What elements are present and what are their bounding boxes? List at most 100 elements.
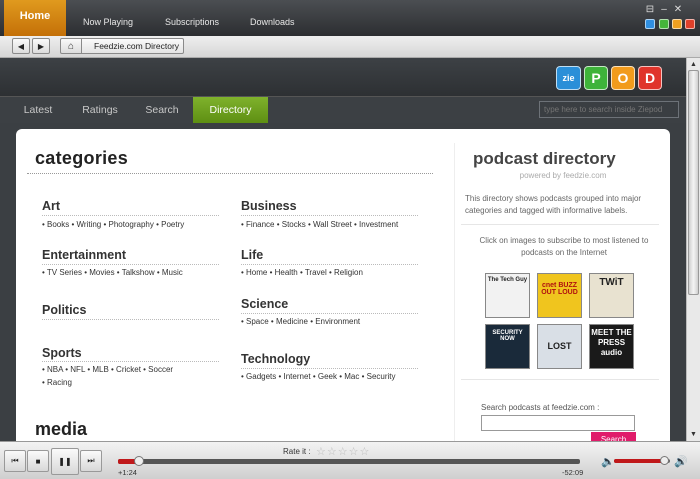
tab-ratings[interactable]: Ratings — [72, 97, 128, 123]
top-nav-bar: Home Now Playing Subscriptions Downloads… — [0, 0, 700, 36]
category-science[interactable]: Science — [241, 297, 288, 311]
green-skin-icon[interactable] — [659, 19, 669, 29]
tabs-row: Latest Ratings Search Directory — [0, 96, 686, 123]
category-divider — [42, 215, 219, 216]
previous-button[interactable]: ⏮ — [4, 450, 26, 472]
category-divider — [241, 215, 418, 216]
panel-divider — [461, 224, 659, 225]
category-art-tags[interactable]: • Books • Writing • Photography • Poetry — [42, 218, 184, 231]
category-entertainment[interactable]: Entertainment — [42, 248, 126, 262]
progress-handle[interactable] — [134, 456, 144, 466]
category-divider — [42, 361, 219, 362]
category-divider — [42, 264, 219, 265]
podcast-thumb-label: The Tech Guy — [487, 277, 528, 283]
logo-o: O — [611, 66, 635, 90]
categories-divider — [27, 173, 433, 174]
category-art[interactable]: Art — [42, 199, 60, 213]
back-arrow-icon: ◀ — [17, 41, 25, 51]
volume-fill — [614, 459, 665, 463]
category-sports-tags[interactable]: • NBA • NFL • MLB • Cricket • Soccer — [42, 363, 173, 376]
volume-low-icon[interactable]: 🔈 — [601, 455, 615, 468]
home-tab[interactable]: Home — [4, 0, 66, 36]
volume-handle[interactable] — [660, 456, 670, 465]
scroll-down-icon[interactable]: ▼ — [687, 428, 700, 440]
categories-heading: categories — [35, 148, 129, 168]
category-divider — [241, 264, 418, 265]
category-life[interactable]: Life — [241, 248, 263, 262]
directory-description: This directory shows podcasts grouped in… — [465, 194, 642, 215]
pause-button[interactable]: ❚❚ — [51, 448, 79, 475]
podcast-thumb-buzz-out-loud[interactable]: cnet BUZZ OUT LOUD — [537, 273, 582, 318]
podcast-thumb-label: cnet BUZZ OUT LOUD — [541, 282, 578, 296]
breadcrumb[interactable]: Feedzie.com Directory — [82, 38, 184, 54]
category-technology[interactable]: Technology — [241, 352, 310, 366]
rating-stars[interactable]: ☆☆☆☆☆ — [316, 445, 370, 458]
panel-divider — [461, 379, 659, 380]
downloads-link[interactable]: Downloads — [250, 17, 295, 27]
category-divider — [42, 319, 219, 320]
orange-skin-icon[interactable] — [672, 19, 682, 29]
podcast-search-label: Search podcasts at feedzie.com : — [481, 403, 600, 412]
remaining-time: -52:09 — [562, 468, 584, 477]
category-divider — [241, 368, 418, 369]
pause-icon: ❚❚ — [58, 457, 72, 466]
category-sports[interactable]: Sports — [42, 346, 82, 360]
category-politics[interactable]: Politics — [42, 303, 86, 317]
stop-button[interactable]: ■ — [27, 450, 49, 472]
category-business[interactable]: Business — [241, 199, 297, 213]
podcast-thumb-label: LOST — [547, 341, 572, 351]
restore-icon[interactable]: ⊟ — [645, 5, 655, 15]
logo-d: D — [638, 66, 662, 90]
category-divider — [241, 313, 418, 314]
podcast-directory-title: podcast directory — [473, 149, 616, 168]
volume-high-icon[interactable]: 🔊 — [674, 455, 688, 468]
blue-skin-icon[interactable] — [645, 19, 655, 29]
category-technology-tags[interactable]: • Gadgets • Internet • Geek • Mac • Secu… — [241, 370, 396, 383]
close-icon[interactable]: ✕ — [673, 5, 683, 15]
scroll-up-icon[interactable]: ▲ — [687, 58, 700, 70]
tab-latest[interactable]: Latest — [12, 97, 64, 123]
red-skin-icon[interactable] — [685, 19, 695, 29]
category-life-tags[interactable]: • Home • Health • Travel • Religion — [241, 266, 363, 279]
search-inside-input[interactable] — [539, 101, 679, 118]
category-business-tags[interactable]: • Finance • Stocks • Wall Street • Inves… — [241, 218, 398, 231]
podcast-search-input[interactable] — [481, 415, 635, 431]
podcast-thumb-meet-the-press[interactable]: MEET THE PRESS audio — [589, 324, 634, 369]
logo-zie: zie — [556, 66, 581, 90]
podcast-directory-panel: podcast directory powered by feedzie.com… — [454, 143, 670, 441]
volume-slider[interactable] — [614, 456, 670, 465]
forward-arrow-icon: ▶ — [37, 41, 45, 51]
logo-p: P — [584, 66, 608, 90]
home-icon: ⌂ — [67, 40, 75, 52]
podcast-thumb-twit[interactable]: TWiT — [589, 273, 634, 318]
podcast-thumb-security-now[interactable]: SECURITY NOW — [485, 324, 530, 369]
progress-bar[interactable] — [118, 456, 580, 466]
podcast-thumb-tech-guy[interactable]: The Tech Guy — [485, 273, 530, 318]
podcast-thumb-lost[interactable]: LOST — [537, 324, 582, 369]
next-button[interactable]: ⏭ — [80, 450, 102, 472]
category-sports-tags-more[interactable]: • Racing — [42, 376, 72, 389]
click-instructions: Click on images to subscribe to most lis… — [479, 236, 649, 257]
category-entertainment-tags[interactable]: • TV Series • Movies • Talkshow • Music — [42, 266, 183, 279]
address-bar: ◀ ▶ ⌂ Feedzie.com Directory — [0, 36, 700, 58]
home-crumb-button[interactable]: ⌂ — [60, 38, 82, 54]
media-heading: media — [35, 419, 88, 439]
powered-by-text: powered by feedzie.com — [519, 171, 607, 180]
category-science-tags[interactable]: • Space • Medicine • Environment — [241, 315, 360, 328]
minimize-icon[interactable]: – — [659, 5, 669, 15]
directory-page: categories Art • Books • Writing • Photo… — [16, 129, 670, 441]
now-playing-link[interactable]: Now Playing — [83, 17, 133, 27]
previous-icon: ⏮ — [11, 456, 19, 465]
tab-search[interactable]: Search — [136, 97, 188, 123]
podcast-thumb-label: MEET THE PRESS audio — [591, 328, 632, 357]
tab-directory[interactable]: Directory — [193, 97, 268, 123]
scroll-thumb[interactable] — [688, 70, 699, 295]
rate-it-label: Rate it : — [283, 447, 311, 456]
next-icon: ⏭ — [87, 456, 95, 465]
forward-button[interactable]: ▶ — [32, 38, 50, 54]
elapsed-time: +1:24 — [118, 468, 137, 477]
podcast-search-button[interactable]: Search — [591, 432, 636, 441]
subscriptions-link[interactable]: Subscriptions — [165, 17, 219, 27]
vertical-scrollbar[interactable]: ▲ ▼ — [686, 58, 700, 441]
back-button[interactable]: ◀ — [12, 38, 30, 54]
